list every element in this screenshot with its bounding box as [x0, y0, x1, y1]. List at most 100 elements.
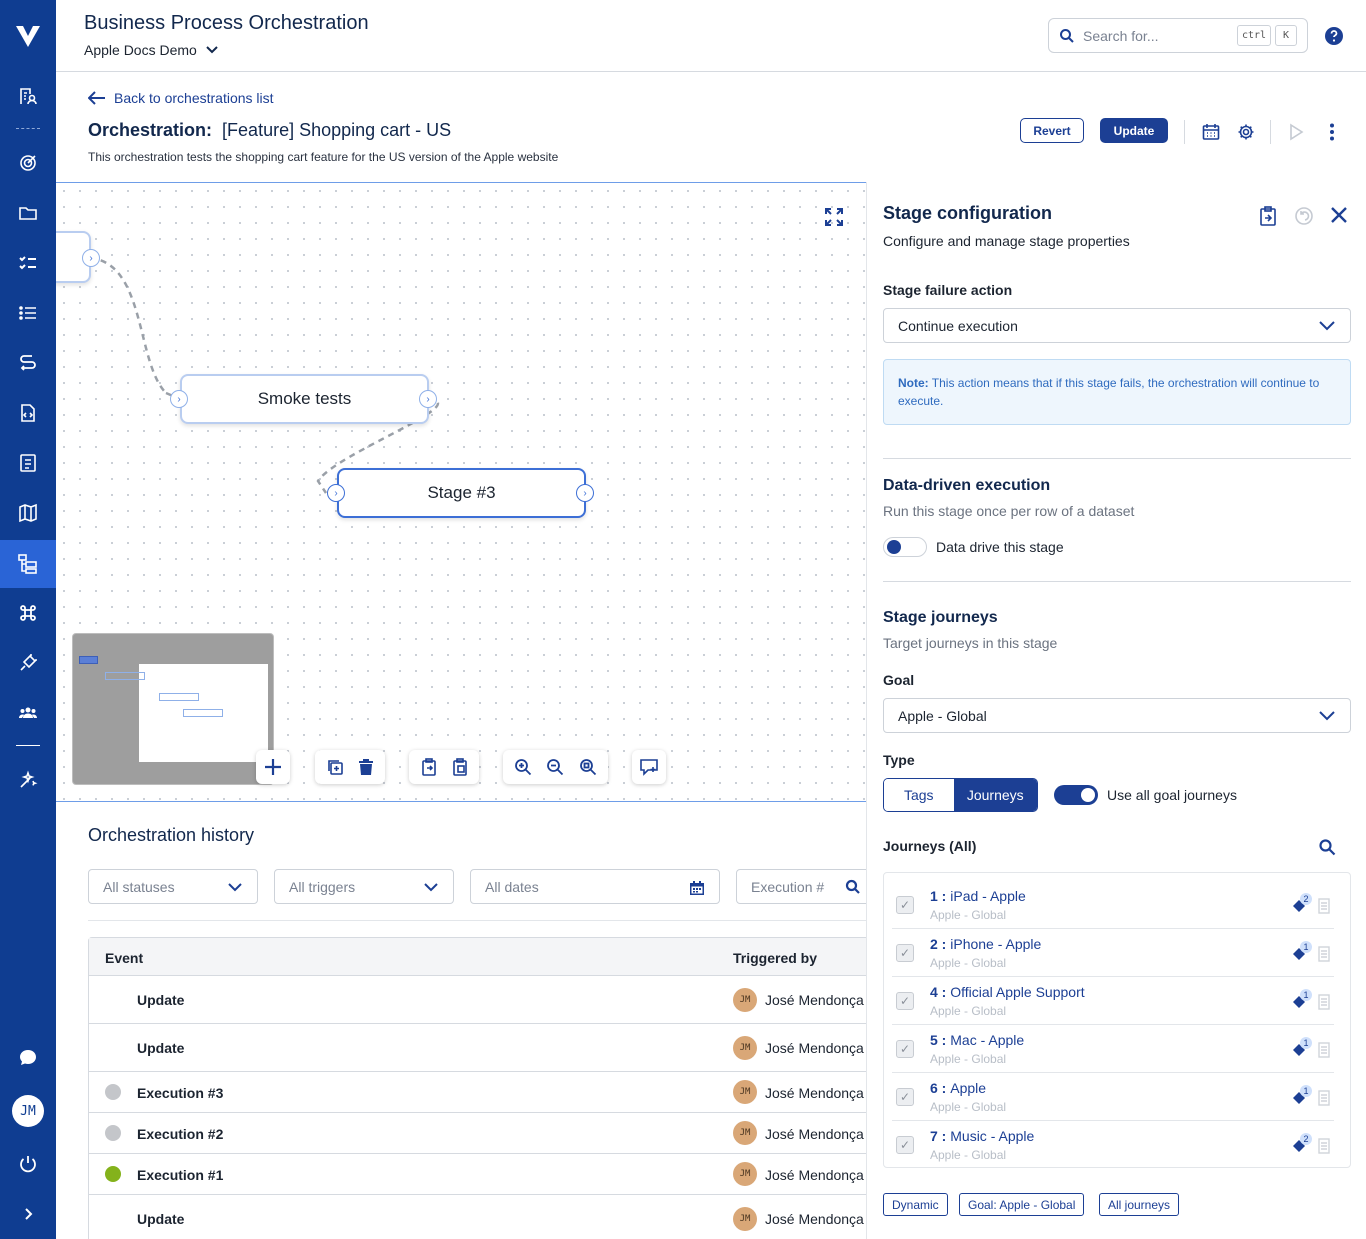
avatar: JM	[733, 1207, 757, 1231]
plug-icon[interactable]	[0, 643, 56, 683]
command-icon[interactable]	[0, 593, 56, 633]
stage-node-stage-3[interactable]: Stage #3	[337, 468, 586, 518]
list-item[interactable]: ✓ 7 : Music - Apple Apple - Global 2	[892, 1121, 1334, 1167]
file-code-icon[interactable]	[0, 393, 56, 433]
list-item[interactable]: ✓ 6 : Apple Apple - Global 1	[892, 1073, 1334, 1121]
reports-icon[interactable]	[0, 76, 56, 116]
expand-sidebar-icon[interactable]	[0, 1194, 56, 1234]
table-header: Event Triggered by	[89, 938, 866, 976]
search-icon[interactable]	[1318, 838, 1336, 861]
search-box[interactable]: Search for... ctrl K	[1048, 18, 1308, 53]
list-item[interactable]: ✓ 5 : Mac - Apple Apple - Global 1	[892, 1025, 1334, 1073]
goal-select[interactable]: Apple - Global	[883, 698, 1351, 733]
stage-output-port[interactable]: ›	[576, 484, 594, 502]
logo-icon[interactable]	[0, 16, 56, 56]
calendar-icon	[690, 881, 704, 895]
target-icon[interactable]	[0, 143, 56, 183]
use-all-goal-journeys-toggle[interactable]	[1054, 785, 1098, 805]
dates-filter[interactable]: All dates	[470, 869, 720, 904]
clipboard-icon[interactable]	[1259, 206, 1277, 231]
add-icon[interactable]	[261, 755, 285, 779]
folder-icon[interactable]	[0, 193, 56, 233]
status-dot	[105, 1084, 121, 1100]
triggers-filter[interactable]: All triggers	[274, 869, 454, 904]
gear-icon[interactable]	[1236, 122, 1256, 142]
document-icon	[1318, 1138, 1332, 1154]
magic-wand-icon[interactable]	[0, 760, 56, 800]
trash-icon[interactable]	[354, 755, 378, 779]
journey-title[interactable]: 4 : Official Apple Support	[930, 984, 1085, 1000]
data-drive-toggle[interactable]	[883, 537, 927, 557]
power-icon[interactable]	[0, 1144, 56, 1184]
avatar: JM	[733, 1080, 757, 1104]
stage-output-port[interactable]: ›	[419, 390, 437, 408]
revert-button[interactable]: Revert	[1020, 118, 1084, 143]
map-icon[interactable]	[0, 493, 56, 533]
search-icon[interactable]	[845, 879, 861, 895]
users-icon[interactable]	[0, 693, 56, 733]
duplicate-icon[interactable]	[323, 755, 347, 779]
stage-node-smoke-tests[interactable]: Smoke tests	[180, 374, 429, 424]
journey-checkbox[interactable]: ✓	[896, 944, 914, 962]
back-link[interactable]: Back to orchestrations list	[88, 90, 274, 106]
table-row[interactable]: Execution #3 JM José Mendonça	[89, 1072, 866, 1113]
table-row[interactable]: Execution #2 JM José Mendonça	[89, 1113, 866, 1154]
chat-icon[interactable]	[0, 1038, 56, 1078]
journey-title[interactable]: 6 : Apple	[930, 1080, 986, 1096]
divider	[1184, 120, 1185, 144]
play-icon[interactable]	[1286, 122, 1306, 142]
stage-output-port[interactable]: ›	[82, 249, 100, 267]
execution-number-input[interactable]: Execution #	[736, 869, 866, 904]
journey-checkbox[interactable]: ✓	[896, 1088, 914, 1106]
journey-checkbox[interactable]: ✓	[896, 896, 914, 914]
journey-title[interactable]: 5 : Mac - Apple	[930, 1032, 1024, 1048]
table-row[interactable]: Update JM José Mendonça	[89, 1024, 866, 1072]
reset-icon[interactable]	[1294, 206, 1314, 231]
more-options-icon[interactable]	[1322, 122, 1342, 142]
type-journeys-option[interactable]: Journeys	[953, 779, 1037, 811]
user-avatar[interactable]: JM	[0, 1091, 56, 1131]
list-item[interactable]: ✓ 1 : iPad - Apple Apple - Global 2	[892, 881, 1334, 929]
stage-input-port[interactable]: ›	[327, 484, 345, 502]
journey-checkbox[interactable]: ✓	[896, 1040, 914, 1058]
project-selector[interactable]: Apple Docs Demo	[84, 42, 219, 58]
document-icon	[1318, 898, 1332, 914]
copy-icon[interactable]	[417, 755, 441, 779]
journey-title[interactable]: 1 : iPad - Apple	[930, 888, 1026, 904]
search-input[interactable]: Search for...	[1083, 28, 1158, 44]
type-tags-option[interactable]: Tags	[884, 779, 954, 811]
list-item[interactable]: ✓ 2 : iPhone - Apple Apple - Global 1	[892, 929, 1334, 977]
journey-title[interactable]: 2 : iPhone - Apple	[930, 936, 1041, 952]
zoom-out-icon[interactable]	[543, 755, 567, 779]
form-icon[interactable]	[0, 443, 56, 483]
update-button[interactable]: Update	[1100, 118, 1168, 143]
fullscreen-icon[interactable]	[824, 207, 844, 232]
table-row[interactable]: Execution #1 JM José Mendonça	[89, 1154, 866, 1195]
table-row[interactable]: Update JM José Mendonça	[89, 976, 866, 1024]
diamond-icon: 1	[1292, 1037, 1312, 1057]
status-filter[interactable]: All statuses	[88, 869, 258, 904]
calendar-icon[interactable]	[1201, 122, 1221, 142]
stage-input-port[interactable]: ›	[170, 390, 188, 408]
list-item[interactable]: ✓ 4 : Official Apple Support Apple - Glo…	[892, 977, 1334, 1025]
checklist-icon[interactable]	[0, 243, 56, 283]
zoom-in-icon[interactable]	[511, 755, 535, 779]
zoom-toolbar	[503, 750, 608, 784]
zoom-fit-icon[interactable]	[576, 755, 600, 779]
help-icon[interactable]	[1324, 26, 1344, 51]
list-icon[interactable]	[0, 293, 56, 333]
journey-checkbox[interactable]: ✓	[896, 992, 914, 1010]
comment-icon[interactable]	[637, 755, 661, 779]
flow-icon[interactable]	[0, 343, 56, 383]
orchestration-icon[interactable]	[0, 540, 56, 588]
failure-action-select[interactable]: Continue execution	[883, 308, 1351, 343]
journey-title[interactable]: 7 : Music - Apple	[930, 1128, 1034, 1144]
note-text: This action means that if this stage fai…	[898, 376, 1320, 408]
journey-checkbox[interactable]: ✓	[896, 1136, 914, 1154]
chevron-down-icon	[206, 46, 218, 54]
paste-icon[interactable]	[448, 755, 472, 779]
table-row[interactable]: Update JM José Mendonça	[89, 1195, 866, 1239]
orchestration-canvas[interactable]: › Smoke tests › › Stage #3 › ›	[56, 182, 866, 802]
close-icon[interactable]	[1330, 206, 1348, 229]
minimap[interactable]	[72, 633, 274, 785]
